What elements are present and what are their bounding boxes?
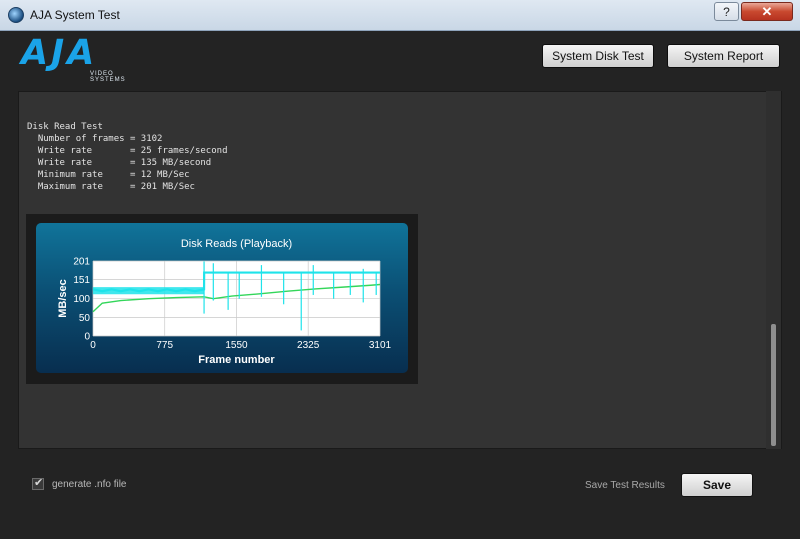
window-title: AJA System Test xyxy=(30,8,120,22)
result-line-maximum: Maximum rate = 201 MB/Sec xyxy=(27,182,195,192)
chart-frame: 0 775 1550 2325 3101 0 50 100 151 201 Disk Reads (… xyxy=(26,214,418,384)
title-bar: AJA System Test ? ✕ xyxy=(0,0,800,31)
logo-brand: AJA xyxy=(21,33,98,73)
result-line-frames: Number of frames = 3102 xyxy=(27,134,163,144)
y-tick-label: 151 xyxy=(73,275,90,286)
chart-title: Disk Reads (Playback) xyxy=(181,238,292,250)
chart-panel: 0 775 1550 2325 3101 0 50 100 151 201 Disk Reads (… xyxy=(36,223,408,373)
result-line-mbps: Write rate = 135 MB/second xyxy=(27,158,212,168)
footer-bar: ✔ generate .nfo file Save Test Results S… xyxy=(0,451,800,539)
aja-logo: AJA VIDEO SYSTEMS xyxy=(20,33,150,83)
aja-app-icon xyxy=(8,7,24,23)
results-panel: Disk Read Test Number of frames = 3102 W… xyxy=(18,91,782,449)
y-tick-label: 0 xyxy=(84,332,90,343)
generate-nfo-checkbox[interactable]: ✔ xyxy=(32,477,44,490)
series-noise-band xyxy=(93,287,205,295)
x-tick-label: 3101 xyxy=(369,340,392,351)
vertical-scrollbar[interactable] xyxy=(766,91,781,449)
result-line-fps: Write rate = 25 frames/second xyxy=(27,146,228,156)
results-text: Disk Read Test Number of frames = 3102 W… xyxy=(27,121,227,193)
x-tick-label: 2325 xyxy=(297,340,320,351)
help-button[interactable]: ? xyxy=(714,2,739,21)
result-line-minimum: Minimum rate = 12 MB/Sec xyxy=(27,170,190,180)
results-heading: Disk Read Test xyxy=(27,122,103,132)
y-tick-label: 50 xyxy=(79,313,91,324)
system-report-button[interactable]: System Report xyxy=(667,44,780,68)
generate-nfo-label[interactable]: generate .nfo file xyxy=(52,479,127,490)
x-tick-label: 1550 xyxy=(225,340,248,351)
disk-reads-chart: 0 775 1550 2325 3101 0 50 100 151 201 Disk Reads (… xyxy=(57,238,392,366)
x-tick-label: 0 xyxy=(90,340,96,351)
checkmark-icon: ✔ xyxy=(34,477,44,489)
app-window: AJA VIDEO SYSTEMS System Disk Test Syste… xyxy=(0,31,800,539)
logo-subtitle: VIDEO SYSTEMS xyxy=(90,71,126,83)
y-axis-label: MB/sec xyxy=(57,279,69,318)
close-button[interactable]: ✕ xyxy=(741,2,793,21)
save-test-results-label: Save Test Results xyxy=(585,480,665,491)
save-button[interactable]: Save xyxy=(681,473,753,497)
x-axis-label: Frame number xyxy=(198,354,275,366)
y-tick-label: 100 xyxy=(73,294,90,305)
system-disk-test-button[interactable]: System Disk Test xyxy=(542,44,654,68)
scrollbar-thumb[interactable] xyxy=(771,324,776,446)
y-tick-label: 201 xyxy=(73,257,90,268)
x-tick-label: 775 xyxy=(156,340,173,351)
